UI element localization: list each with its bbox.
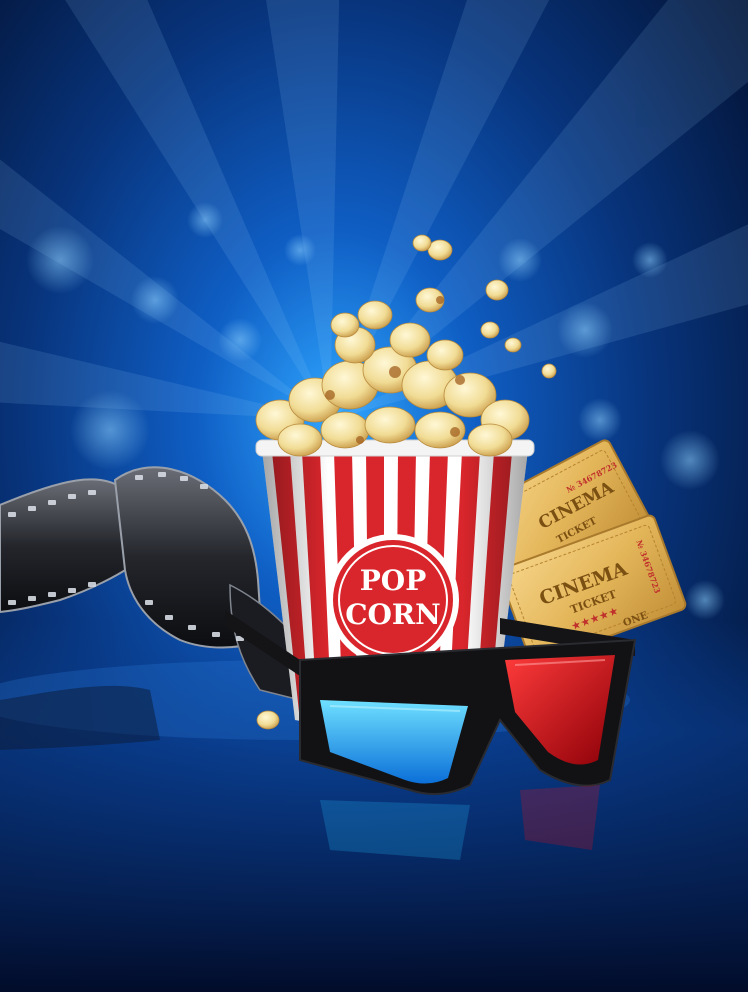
- popcorn-label-line1: POP: [360, 564, 427, 597]
- popcorn-label-line2: CORN: [345, 598, 441, 631]
- cinema-scene: CINEMA TICKET № 34678723 CINEMA TICKET ★…: [0, 0, 748, 992]
